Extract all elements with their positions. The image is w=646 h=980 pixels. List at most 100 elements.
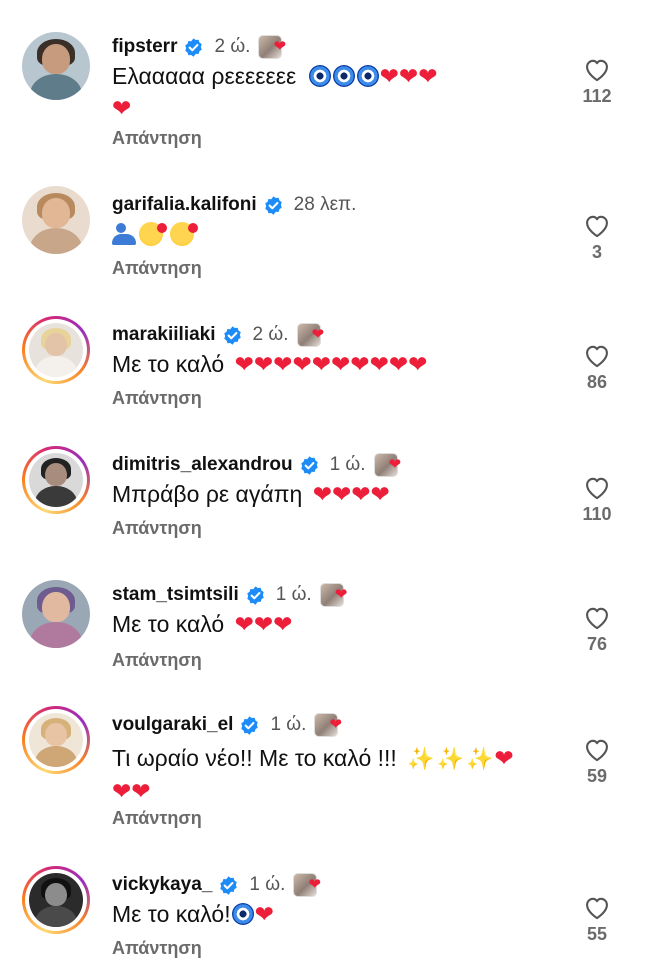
username[interactable]: vickykaya_ xyxy=(112,874,212,896)
timestamp: 2 ώ. xyxy=(252,324,289,345)
comment-text xyxy=(112,218,552,250)
username[interactable]: garifalia.kalifoni xyxy=(112,194,257,216)
like-count: 55 xyxy=(586,924,608,944)
heart-outline-icon[interactable] xyxy=(583,604,611,630)
creator-liked-icon: ❤ xyxy=(258,35,290,59)
heart-emoji-icon: ❤ xyxy=(311,351,332,377)
username[interactable]: voulgaraki_el xyxy=(112,714,233,736)
heart-emoji-icon: ❤ xyxy=(253,351,274,377)
username[interactable]: marakiiliaki xyxy=(112,324,216,346)
nazar-emoji-icon xyxy=(356,65,379,87)
comment-body: Με το καλό xyxy=(112,611,225,637)
creator-liked-icon: ❤ xyxy=(293,873,325,897)
heart-emoji-icon: ❤ xyxy=(273,351,293,377)
reply-button[interactable]: Απάντηση xyxy=(112,650,202,671)
comment-text: Ελααααα ρεεεεεεε ❤❤❤ ❤ xyxy=(112,60,552,124)
heart-outline-icon[interactable] xyxy=(583,212,611,238)
avatar[interactable] xyxy=(22,32,90,100)
heart-outline-icon[interactable] xyxy=(583,56,611,82)
like-count: 59 xyxy=(586,766,608,786)
username[interactable]: fipsterr xyxy=(112,36,177,58)
verified-badge-icon xyxy=(247,585,264,605)
avatar[interactable] xyxy=(22,316,90,384)
dizzy-emoji-icon: ✨ xyxy=(466,746,494,771)
like-button[interactable]: 59 xyxy=(572,736,622,787)
smiling-face-hearts-emoji-icon xyxy=(139,222,167,246)
reply-button[interactable]: Απάντηση xyxy=(112,388,202,409)
heart-emoji-icon: ❤ xyxy=(350,351,370,377)
avatar[interactable] xyxy=(22,186,90,254)
reply-button[interactable]: Απάντηση xyxy=(112,258,202,279)
like-count: 76 xyxy=(586,634,608,654)
creator-liked-icon: ❤ xyxy=(314,713,346,737)
like-button[interactable]: 76 xyxy=(572,604,622,655)
heart-outline-icon[interactable] xyxy=(583,474,611,500)
avatar[interactable] xyxy=(22,580,90,648)
heart-emoji-icon: ❤ xyxy=(388,351,409,377)
verified-badge-icon xyxy=(241,715,259,735)
heart-outline-icon[interactable] xyxy=(583,736,611,762)
heart-emoji-icon: ❤ xyxy=(234,611,254,637)
verified-badge-icon xyxy=(220,875,238,895)
heart-emoji-icon: ❤ xyxy=(234,351,254,377)
people-emoji-icon xyxy=(112,223,138,245)
comment-body: Τι ωραίο νέο!! Με το καλό !!! xyxy=(112,745,397,771)
heart-emoji-icon: ❤ xyxy=(398,63,419,89)
avatar[interactable] xyxy=(22,446,90,514)
comment-text: Με το καλό! ❤ xyxy=(112,898,552,930)
heart-outline-icon[interactable] xyxy=(583,894,611,920)
heart-emoji-icon: ❤ xyxy=(273,611,293,637)
heart-outline-icon[interactable] xyxy=(583,342,611,368)
reply-button[interactable]: Απάντηση xyxy=(112,518,202,539)
heart-emoji-icon: ❤ xyxy=(379,63,399,89)
heart-emoji-icon: ❤ xyxy=(408,351,428,377)
like-button[interactable]: 112 xyxy=(572,56,622,107)
verified-badge-icon xyxy=(223,325,241,345)
nazar-emoji-icon xyxy=(308,65,331,87)
heart-emoji-icon: ❤ xyxy=(331,481,352,507)
reply-button[interactable]: Απάντηση xyxy=(112,938,202,959)
like-button[interactable]: 110 xyxy=(572,474,622,525)
timestamp: 2 ώ. xyxy=(214,36,251,57)
comment-text: Με το καλό ❤❤❤ xyxy=(112,608,552,640)
verified-badge-icon xyxy=(300,455,318,475)
nazar-emoji-icon xyxy=(332,65,355,87)
heart-emoji-icon: ❤ xyxy=(312,481,332,507)
timestamp: 1 ώ. xyxy=(329,454,366,475)
like-count: 110 xyxy=(582,504,612,524)
heart-emoji-icon: ❤ xyxy=(253,611,274,637)
username[interactable]: stam_tsimtsili xyxy=(112,584,239,606)
creator-liked-icon: ❤ xyxy=(296,323,329,347)
heart-emoji-icon: ❤ xyxy=(331,351,351,377)
timestamp: 1 ώ. xyxy=(275,584,312,605)
like-button[interactable]: 86 xyxy=(572,342,622,393)
comment-text: Τι ωραίο νέο!! Με το καλό !!! ✨✨✨❤ ❤❤ xyxy=(112,742,552,807)
reply-button[interactable]: Απάντηση xyxy=(112,808,202,829)
comment-body: Με το καλό xyxy=(112,351,225,377)
heart-emoji-icon: ❤ xyxy=(370,481,390,507)
comment-text: Με το καλό ❤❤❤❤❤❤❤❤❤❤ xyxy=(112,348,552,380)
dizzy-emoji-icon: ✨ xyxy=(407,746,435,771)
avatar[interactable] xyxy=(22,706,90,774)
timestamp: 28 λεπ. xyxy=(293,194,357,215)
comment-text: Μπράβο ρε αγάπη ❤❤❤❤ xyxy=(112,478,552,510)
heart-emoji-icon: ❤ xyxy=(494,745,514,771)
avatar[interactable] xyxy=(22,866,90,934)
dizzy-emoji-icon: ✨ xyxy=(436,746,465,771)
smiling-face-hearts-emoji-icon xyxy=(170,222,198,246)
heart-emoji-icon: ❤ xyxy=(292,351,312,377)
like-button[interactable]: 3 xyxy=(572,212,622,263)
timestamp: 1 ώ. xyxy=(249,874,286,895)
like-button[interactable]: 55 xyxy=(572,894,622,945)
comment-body: Μπράβο ρε αγάπη xyxy=(112,481,303,507)
like-count: 112 xyxy=(582,86,612,106)
heart-emoji-icon: ❤ xyxy=(131,778,151,804)
comment-body: Ελααααα ρεεεεεεε xyxy=(112,63,297,89)
verified-badge-icon xyxy=(185,37,203,57)
nazar-emoji-icon xyxy=(231,903,254,925)
heart-emoji-icon: ❤ xyxy=(418,63,438,89)
reply-button[interactable]: Απάντηση xyxy=(112,128,202,149)
username[interactable]: dimitris_alexandrou xyxy=(112,454,293,476)
verified-badge-icon xyxy=(264,195,282,215)
heart-emoji-icon: ❤ xyxy=(369,351,389,377)
